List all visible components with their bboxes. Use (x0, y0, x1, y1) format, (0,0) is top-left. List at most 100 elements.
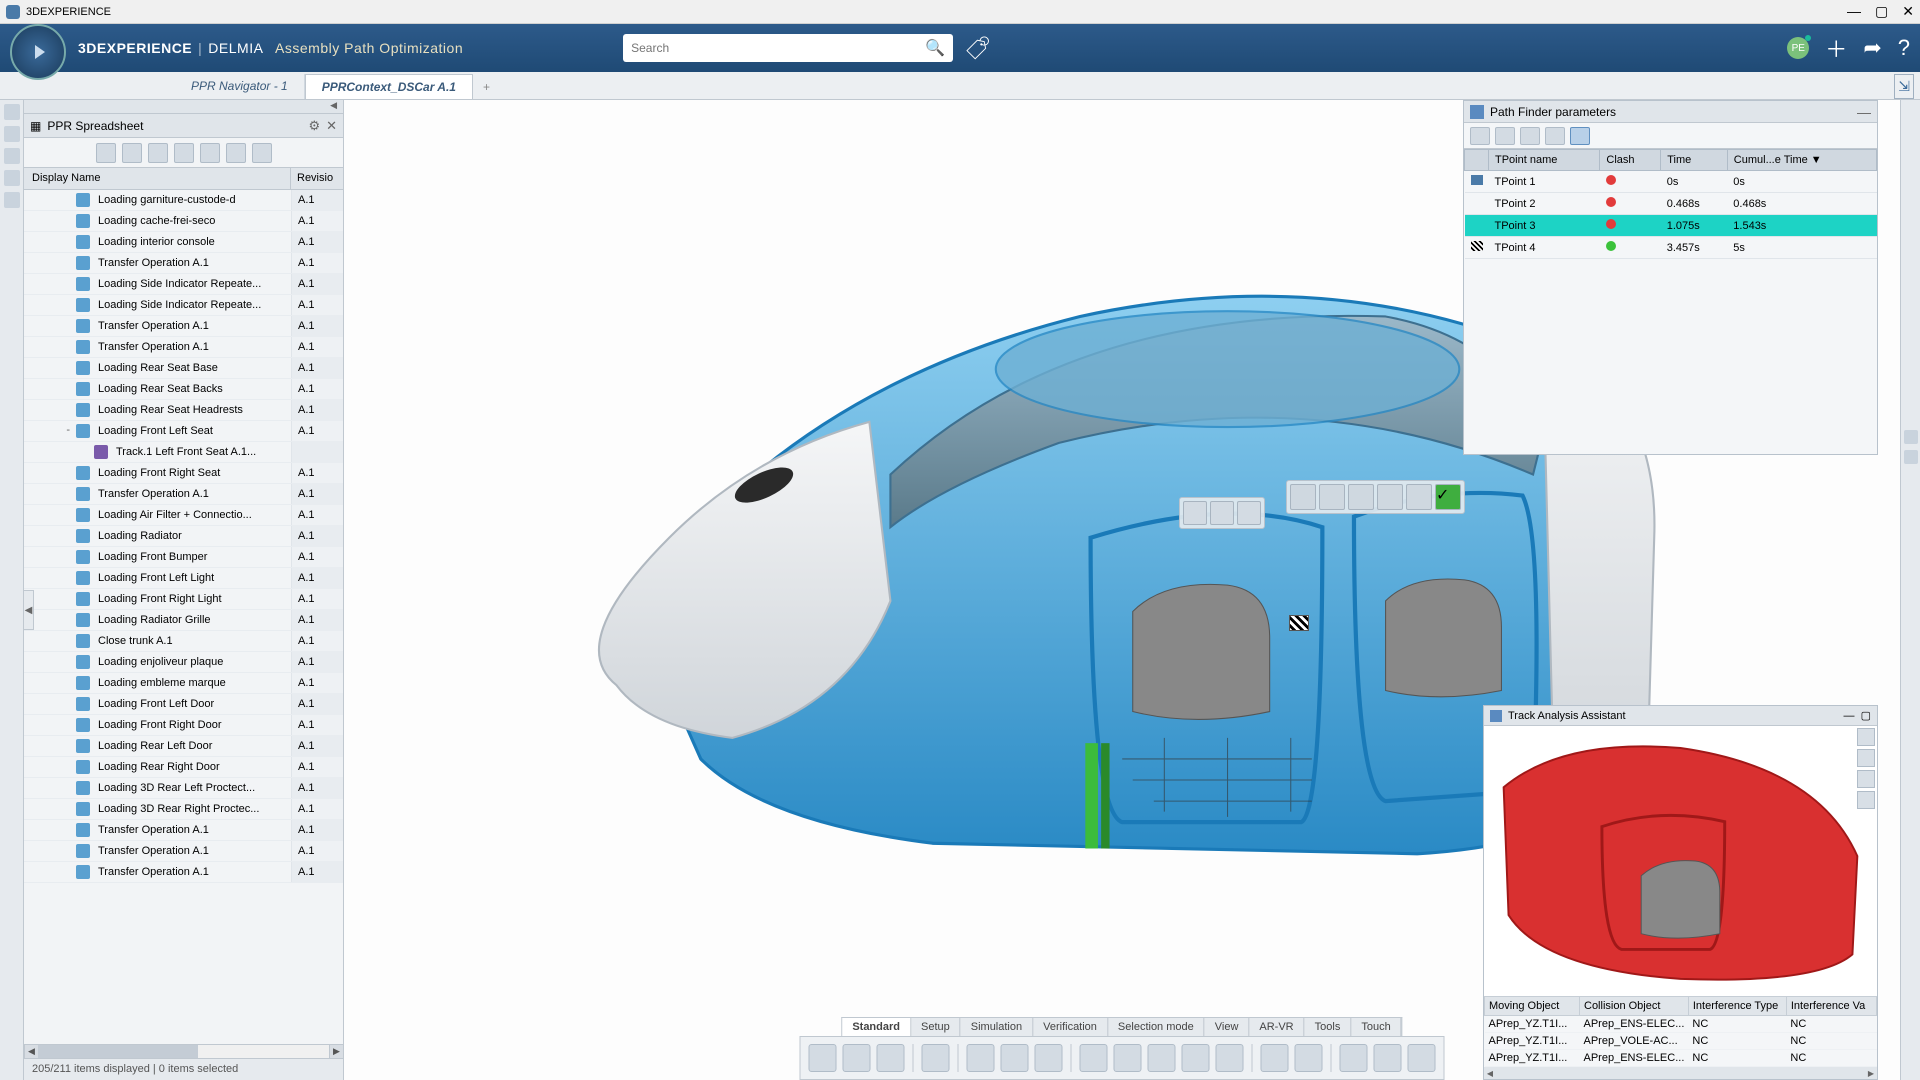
table-row[interactable]: Loading Rear Left DoorA.1 (24, 736, 343, 757)
rail-icon-1[interactable] (4, 104, 20, 120)
ctx-tool-3[interactable] (1348, 484, 1374, 510)
pf-tool-4[interactable] (1545, 127, 1565, 145)
checkered-flag-icon[interactable] (1289, 615, 1309, 631)
table-row[interactable]: Loading garniture-custode-dA.1 (24, 190, 343, 211)
action-tab[interactable]: Standard (842, 1018, 911, 1036)
action-tab[interactable]: AR-VR (1249, 1018, 1304, 1036)
search-box[interactable]: 🔍 (623, 34, 953, 62)
document-tab[interactable]: PPR Navigator - 1 (175, 74, 305, 99)
ppr-tool-5[interactable] (200, 143, 220, 163)
collapse-handle[interactable]: ◀ (24, 590, 34, 630)
ctx2-tool-3[interactable] (1237, 501, 1261, 525)
ctx-confirm-icon[interactable]: ✓ (1435, 484, 1461, 510)
ab-copy-icon[interactable] (843, 1044, 871, 1072)
table-row[interactable]: Transfer Operation A.1A.1 (24, 253, 343, 274)
table-row[interactable]: Transfer Operation A.1A.1 (24, 337, 343, 358)
ab-tool-1[interactable] (967, 1044, 995, 1072)
avatar[interactable]: PE (1787, 37, 1809, 59)
help-icon[interactable]: ? (1898, 35, 1910, 61)
ppr-rows[interactable]: Loading garniture-custode-dA.1Loading ca… (24, 190, 343, 1044)
ab-cut-icon[interactable] (809, 1044, 837, 1072)
action-tab[interactable]: View (1205, 1018, 1250, 1036)
tag-icon[interactable]: 🏷 (964, 34, 990, 62)
table-row[interactable]: Loading cache-frei-secoA.1 (24, 211, 343, 232)
gear-icon[interactable]: ⚙ (308, 118, 320, 134)
table-row[interactable]: Loading Radiator GrilleA.1 (24, 610, 343, 631)
rail-icon-2[interactable] (4, 126, 20, 142)
table-row[interactable]: Loading 3D Rear Right Proctec...A.1 (24, 799, 343, 820)
table-row[interactable]: Loading Front Right SeatA.1 (24, 463, 343, 484)
ppr-tool-2[interactable] (122, 143, 142, 163)
table-row[interactable]: Loading Front Left LightA.1 (24, 568, 343, 589)
ppr-hscroll[interactable]: ◀▶ (24, 1044, 343, 1058)
col-revision[interactable]: Revisio (291, 168, 343, 189)
ab-tool-8[interactable] (1216, 1044, 1244, 1072)
pf-col-cum[interactable]: Cumul...e Time ▼ (1727, 150, 1876, 171)
table-row[interactable]: Loading Rear Seat BaseA.1 (24, 358, 343, 379)
rail-icon-5[interactable] (4, 192, 20, 208)
ab-tool-3[interactable] (1035, 1044, 1063, 1072)
table-row[interactable]: Transfer Operation A.1A.1 (24, 820, 343, 841)
table-row[interactable]: Loading interior consoleA.1 (24, 232, 343, 253)
ta-hscroll[interactable]: ◀▶ (1484, 1067, 1877, 1079)
ta-view-tool-1[interactable] (1857, 728, 1875, 746)
ctx-tool-5[interactable] (1406, 484, 1432, 510)
ppr-tool-6[interactable] (226, 143, 246, 163)
table-row[interactable]: Track.1 Left Front Seat A.1... (24, 442, 343, 463)
pf-col-time[interactable]: Time (1661, 150, 1728, 171)
panel-collapse-icon[interactable]: ◀ (330, 100, 337, 113)
ab-tool-12[interactable] (1374, 1044, 1402, 1072)
action-tab[interactable]: Touch (1351, 1018, 1401, 1036)
table-row[interactable]: Transfer Operation A.1A.1 (24, 484, 343, 505)
table-row[interactable]: Loading Front Right LightA.1 (24, 589, 343, 610)
col-display-name[interactable]: Display Name (24, 168, 291, 189)
table-row[interactable]: TPoint 10s0s (1465, 171, 1877, 193)
action-tab[interactable]: Setup (911, 1018, 961, 1036)
table-row[interactable]: Loading Side Indicator Repeate...A.1 (24, 274, 343, 295)
table-row[interactable]: TPoint 43.457s5s (1465, 237, 1877, 259)
table-row[interactable]: Loading RadiatorA.1 (24, 526, 343, 547)
ctx-tool-4[interactable] (1377, 484, 1403, 510)
compass-button[interactable] (10, 24, 66, 80)
pf-tool-2[interactable] (1495, 127, 1515, 145)
table-row[interactable]: APrep_YZ.T1I...APrep_VOLE-AC...NCNC (1485, 1033, 1877, 1050)
ctx2-tool-2[interactable] (1210, 501, 1234, 525)
ab-tool-7[interactable] (1182, 1044, 1210, 1072)
ab-tool-4[interactable] (1080, 1044, 1108, 1072)
ab-tool-2[interactable] (1001, 1044, 1029, 1072)
ta-view-tool-4[interactable] (1857, 791, 1875, 809)
ta-view-tool-3[interactable] (1857, 770, 1875, 788)
table-row[interactable]: Loading Air Filter + Connectio...A.1 (24, 505, 343, 526)
table-row[interactable]: Loading enjoliveur plaqueA.1 (24, 652, 343, 673)
table-row[interactable]: Transfer Operation A.1A.1 (24, 862, 343, 883)
pf-tool-5[interactable] (1570, 127, 1590, 145)
table-row[interactable]: Loading Rear Seat HeadrestsA.1 (24, 400, 343, 421)
ppr-tool-7[interactable] (252, 143, 272, 163)
table-row[interactable]: Loading Front Left DoorA.1 (24, 694, 343, 715)
pf-tool-3[interactable] (1520, 127, 1540, 145)
ab-tool-13[interactable] (1408, 1044, 1436, 1072)
table-row[interactable]: Loading Side Indicator Repeate...A.1 (24, 295, 343, 316)
ab-tool-5[interactable] (1114, 1044, 1142, 1072)
ab-paste-icon[interactable] (877, 1044, 905, 1072)
search-icon[interactable]: 🔍 (925, 38, 945, 58)
ta-maximize-icon[interactable]: ▢ (1861, 709, 1871, 722)
table-row[interactable]: Loading Rear Right DoorA.1 (24, 757, 343, 778)
rail-icon-3[interactable] (4, 148, 20, 164)
pf-tool-1[interactable] (1470, 127, 1490, 145)
action-tab[interactable]: Selection mode (1108, 1018, 1205, 1036)
ab-tool-10[interactable] (1295, 1044, 1323, 1072)
ctx2-tool-1[interactable] (1183, 501, 1207, 525)
table-row[interactable]: Loading 3D Rear Left Proctect...A.1 (24, 778, 343, 799)
pf-col-clash[interactable]: Clash (1600, 150, 1661, 171)
table-row[interactable]: -Loading Front Left SeatA.1 (24, 421, 343, 442)
ab-tool-6[interactable] (1148, 1044, 1176, 1072)
table-row[interactable]: Close trunk A.1A.1 (24, 631, 343, 652)
table-row[interactable]: Loading Rear Seat BacksA.1 (24, 379, 343, 400)
3d-viewport[interactable]: ✓ Path Finder parameters — (344, 100, 1900, 1080)
table-row[interactable]: TPoint 20.468s0.468s (1465, 193, 1877, 215)
table-row[interactable]: Loading Front BumperA.1 (24, 547, 343, 568)
ctx-tool-2[interactable] (1319, 484, 1345, 510)
ta-minimize-icon[interactable]: — (1843, 710, 1854, 722)
table-row[interactable]: Transfer Operation A.1A.1 (24, 316, 343, 337)
